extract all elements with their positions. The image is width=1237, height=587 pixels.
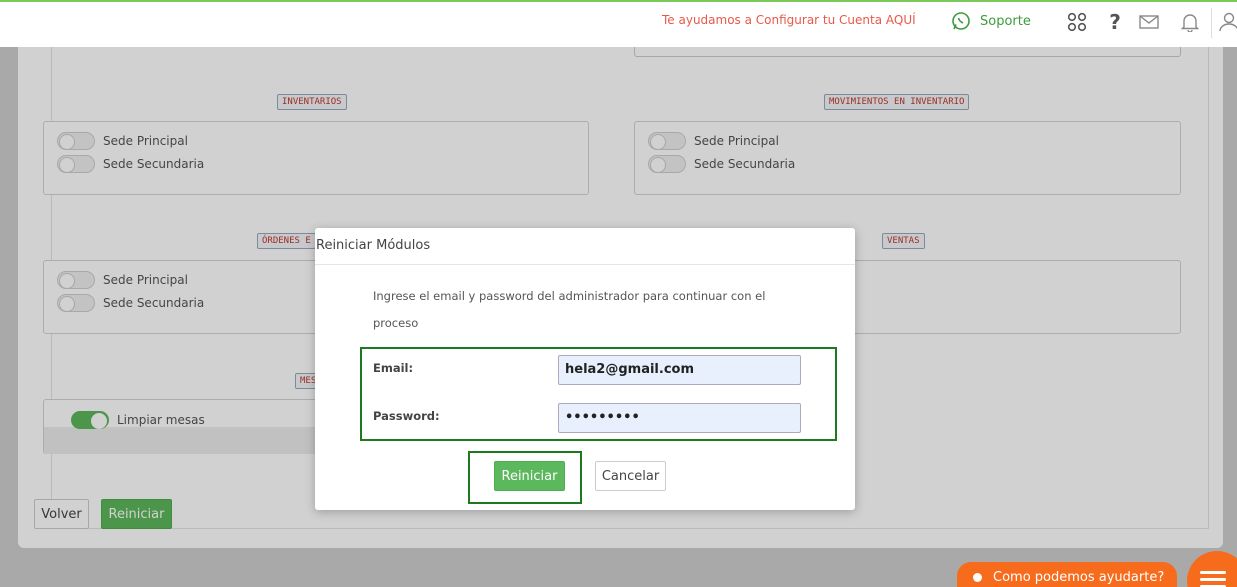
top-navbar: Te ayudamos a Configurar tu Cuenta AQUÍ …: [0, 0, 1237, 47]
support-link[interactable]: Soporte: [951, 11, 1031, 31]
mail-icon[interactable]: [1138, 11, 1160, 33]
password-field[interactable]: •••••••••: [558, 403, 801, 433]
user-icon[interactable]: [1218, 11, 1237, 33]
password-label: Password:: [373, 409, 440, 423]
email-field[interactable]: hela2@gmail.com: [558, 355, 801, 385]
support-label: Soporte: [980, 13, 1031, 29]
dialog-title: Reiniciar Módulos: [315, 228, 855, 265]
online-status-icon: [973, 572, 982, 582]
chat-launcher[interactable]: Como podemos ayudarte?: [957, 562, 1177, 587]
dialog-message: Ingrese el email y password del administ…: [373, 289, 766, 330]
reset-modules-dialog: Reiniciar Módulos Ingrese el email y pas…: [315, 228, 855, 510]
setup-help-link[interactable]: Te ayudamos a Configurar tu Cuenta AQUÍ: [662, 13, 916, 27]
email-label: Email:: [373, 361, 414, 375]
chat-label: Como podemos ayudarte?: [993, 569, 1165, 585]
topbar-divider: [1211, 8, 1212, 38]
help-icon[interactable]: ?: [1104, 10, 1126, 34]
menu-icon: [1200, 571, 1226, 587]
cancel-button[interactable]: Cancelar: [595, 461, 666, 491]
apps-icon[interactable]: [1066, 11, 1088, 33]
bell-icon[interactable]: [1179, 11, 1201, 33]
confirm-reset-button[interactable]: Reiniciar: [494, 461, 565, 491]
whatsapp-icon: [952, 12, 970, 30]
